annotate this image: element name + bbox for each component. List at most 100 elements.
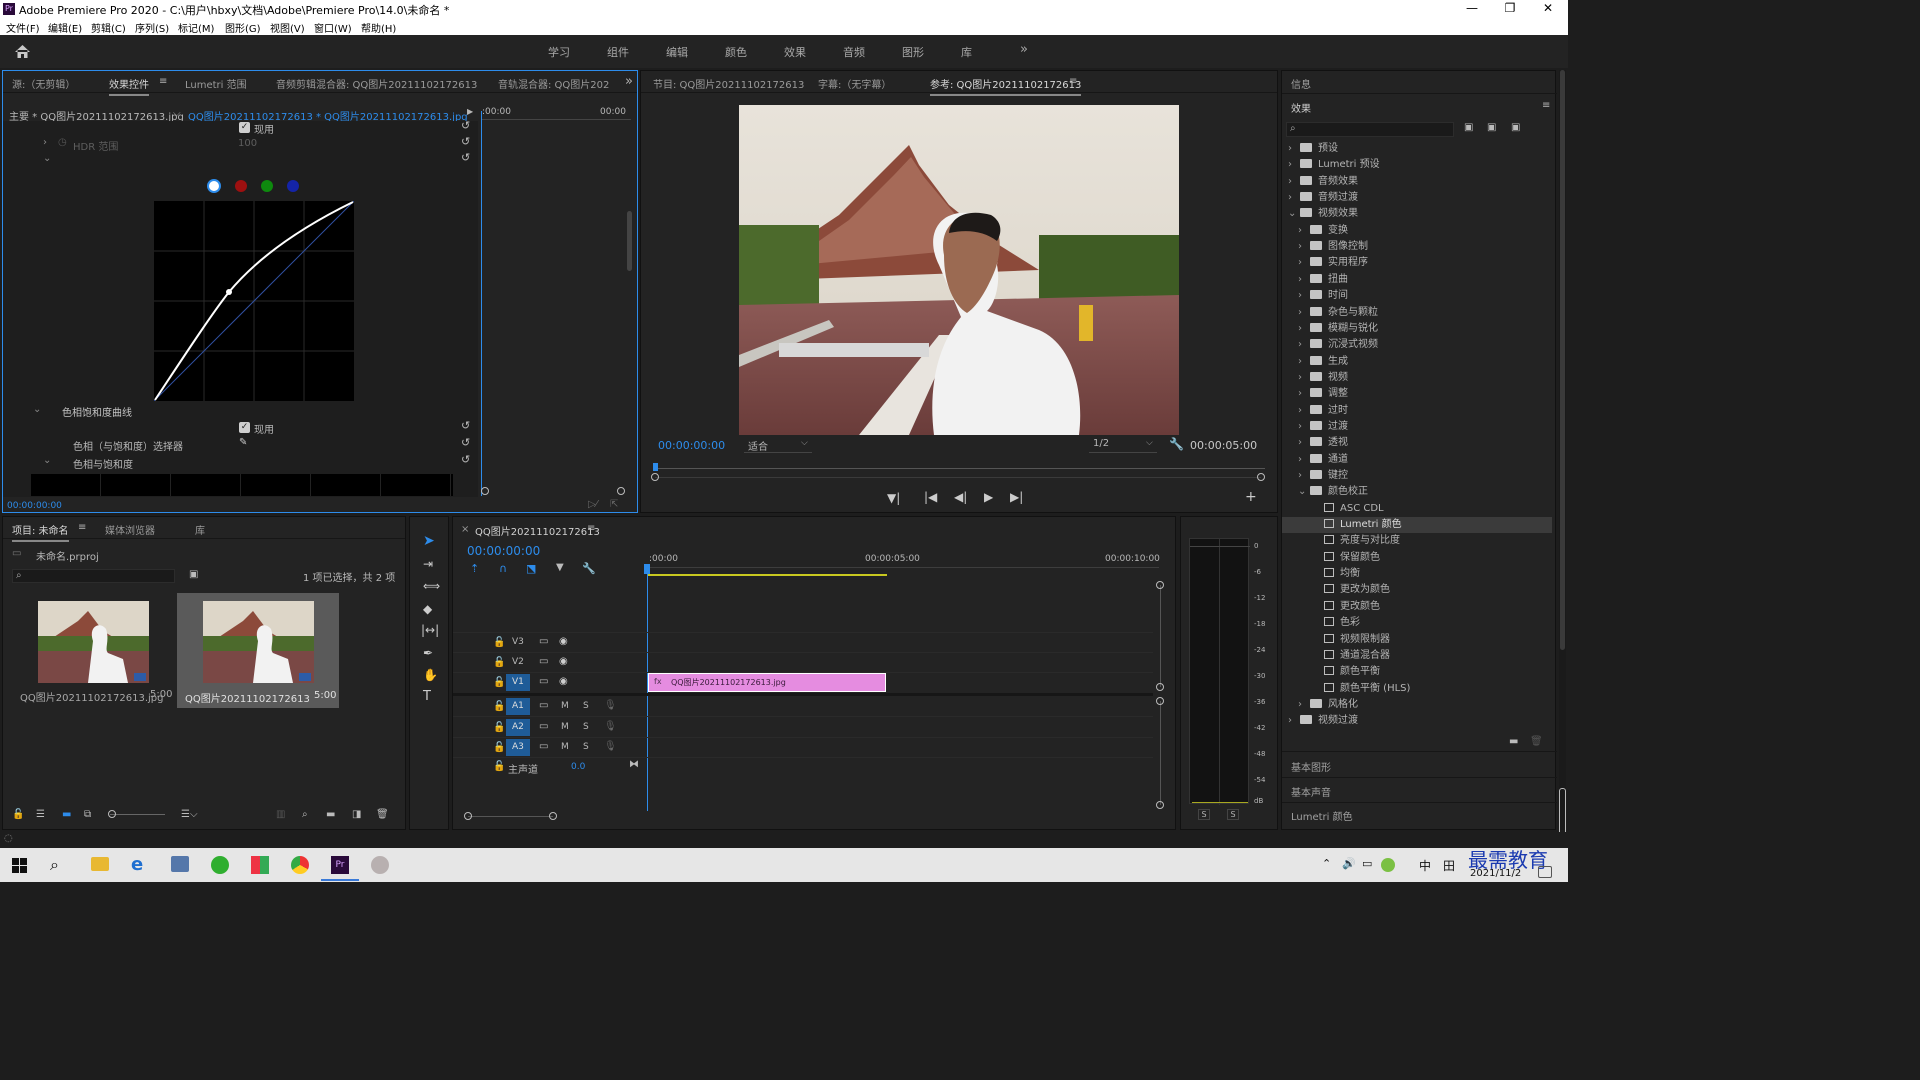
microphone-icon[interactable]: 🎙 xyxy=(604,741,617,752)
lock-icon[interactable]: 🔓 xyxy=(12,809,24,820)
program-timecode[interactable]: 00:00:00:00 xyxy=(658,439,725,452)
curve-channel-blue[interactable] xyxy=(287,180,299,192)
chevron-right-icon[interactable]: › xyxy=(1298,288,1310,304)
panel-menu-icon[interactable]: ≡ xyxy=(1542,100,1550,111)
microphone-icon[interactable]: 🎙 xyxy=(604,700,617,711)
effects-tree-item[interactable]: ⌄ 视频效果 xyxy=(1282,206,1552,222)
resolution-dropdown[interactable]: 1/2 ⌵ xyxy=(1089,436,1157,453)
curve-channel-white[interactable] xyxy=(207,179,221,193)
zoom-slider[interactable] xyxy=(108,810,165,818)
pen-tool-icon[interactable]: ✒ xyxy=(423,646,433,660)
chevron-right-icon[interactable]: › xyxy=(1288,141,1300,157)
solo-left-button[interactable]: S xyxy=(1198,809,1210,820)
sync-lock-icon[interactable]: ▭ xyxy=(539,636,548,647)
yuv-effects-icon[interactable]: ▣ xyxy=(1511,122,1520,133)
solo-right-button[interactable]: S xyxy=(1227,809,1239,820)
effects-tree-item[interactable]: › 透视 xyxy=(1282,435,1552,451)
solo-button[interactable]: S xyxy=(583,701,589,711)
effects-tree-item[interactable]: 颜色平衡 xyxy=(1282,664,1552,680)
tab-captions[interactable]: 字幕:（无字幕） xyxy=(818,76,891,91)
chevron-right-icon[interactable]: › xyxy=(1298,305,1310,321)
tab-audio-track-mixer[interactable]: 音轨混合器: QQ图片202 xyxy=(498,76,609,91)
file-explorer-icon[interactable] xyxy=(91,857,109,871)
ripple-edit-tool-icon[interactable]: ⟺ xyxy=(423,579,440,593)
filter-icon[interactable]: ▷⁄ xyxy=(588,499,597,510)
close-icon[interactable]: ✕ xyxy=(1528,0,1568,18)
track-lock-icon[interactable]: 🔓 xyxy=(493,657,505,668)
chevron-right-icon[interactable]: › xyxy=(1288,713,1300,729)
chevron-right-icon[interactable]: › xyxy=(1298,452,1310,468)
effects-tree-item[interactable]: Lumetri 颜色 xyxy=(1282,517,1552,534)
program-zoom-bar[interactable] xyxy=(651,473,1265,481)
timeline-clip[interactable]: fx QQ图片20211102172613.jpg xyxy=(648,673,886,692)
new-bin-icon[interactable]: ▬ xyxy=(326,809,335,820)
type-tool-icon[interactable]: T xyxy=(423,689,431,704)
edge-icon[interactable]: e xyxy=(131,854,143,875)
tab-media-browser[interactable]: 媒体浏览器 xyxy=(105,522,155,537)
essential-graphics-title[interactable]: 基本图形 xyxy=(1291,759,1331,774)
chevron-right-icon[interactable]: › xyxy=(1298,255,1310,271)
right-scrollbar[interactable] xyxy=(1559,70,1566,838)
tab-program[interactable]: 节目: QQ图片20211102172613 xyxy=(653,76,804,91)
sort-icon[interactable]: ☰⌵ xyxy=(181,809,198,820)
effects-tree-item[interactable]: › 通道 xyxy=(1282,452,1552,468)
add-marker-icon[interactable]: ▼ xyxy=(556,562,564,573)
project-search-input[interactable]: ⌕ xyxy=(12,569,175,583)
effects-tree-item[interactable]: ⌄ 颜色校正 xyxy=(1282,484,1552,500)
mute-button[interactable]: M xyxy=(561,722,569,732)
list-view-icon[interactable]: ☰ xyxy=(36,809,45,820)
effects-tree-item[interactable]: 亮度与对比度 xyxy=(1282,533,1552,549)
fit-dropdown[interactable]: 适合 ⌵ xyxy=(744,436,812,453)
effects-tree-item[interactable]: › 预设 xyxy=(1282,141,1552,157)
chevron-down-icon[interactable]: ⌄ xyxy=(1298,484,1310,500)
network-icon[interactable]: ▭ xyxy=(1362,857,1372,870)
nest-icon[interactable]: ⇡ xyxy=(470,562,479,575)
menu-marker[interactable]: 标记(M) xyxy=(178,20,214,35)
effects-tree-item[interactable]: › 调整 xyxy=(1282,386,1552,402)
eye-icon[interactable]: ◉ xyxy=(559,676,568,687)
effects-tree-item[interactable]: 更改为颜色 xyxy=(1282,582,1552,598)
linked-selection-icon[interactable]: ⬔ xyxy=(526,562,536,575)
effects-tree-item[interactable]: › 生成 xyxy=(1282,354,1552,370)
minimize-icon[interactable]: — xyxy=(1452,0,1492,18)
effects-tree-item[interactable]: 视频限制器 xyxy=(1282,632,1552,648)
clip-dropdown-chevron-icon[interactable]: ⌵ xyxy=(173,108,181,119)
volume-icon[interactable]: 🔊 xyxy=(1342,857,1356,870)
chevron-right-icon[interactable]: › xyxy=(1298,354,1310,370)
chevron-right-icon[interactable]: › xyxy=(1298,223,1310,239)
track-label-v1[interactable]: V1 xyxy=(512,677,524,687)
curve-channel-green[interactable] xyxy=(261,180,273,192)
new-item-icon[interactable]: ◨ xyxy=(352,809,361,820)
chevron-right-icon[interactable]: › xyxy=(1298,468,1310,484)
timeline-horizontal-scrollbar[interactable] xyxy=(464,812,557,820)
collapse-chevron-icon[interactable]: ⌄ xyxy=(33,404,41,415)
search-icon[interactable]: ⌕ xyxy=(50,855,59,875)
delete-icon[interactable]: 🗑 xyxy=(376,809,389,820)
play-only-icon[interactable]: ▶ xyxy=(467,107,473,116)
panel-menu-icon[interactable]: ≡ xyxy=(159,76,167,87)
effects-panel-title[interactable]: 效果 xyxy=(1291,100,1311,115)
accelerated-effects-icon[interactable]: ▣ xyxy=(1464,122,1473,133)
slip-tool-icon[interactable]: |↔| xyxy=(421,623,439,637)
add-marker-icon[interactable]: ▼| xyxy=(887,491,900,505)
sync-lock-icon[interactable]: ▭ xyxy=(539,700,548,711)
delete-icon[interactable]: 🗑 xyxy=(1530,736,1543,747)
reset-icon[interactable]: ↺ xyxy=(461,453,470,466)
track-label-a3[interactable]: A3 xyxy=(512,742,524,752)
chevron-right-icon[interactable]: › xyxy=(1298,386,1310,402)
eye-icon[interactable]: ◉ xyxy=(559,656,568,667)
project-item-2[interactable]: QQ图片20211102172613 5:00 xyxy=(177,593,339,708)
effects-tree-item[interactable]: › 过时 xyxy=(1282,403,1552,419)
workspace-color[interactable]: 颜色 xyxy=(725,44,747,60)
essential-sound-title[interactable]: 基本声音 xyxy=(1291,784,1331,799)
play-icon[interactable]: ▶ xyxy=(984,490,993,504)
freeform-view-icon[interactable]: ⧉ xyxy=(84,809,91,820)
automate-icon[interactable]: ▥ xyxy=(276,809,285,820)
info-panel-title[interactable]: 信息 xyxy=(1291,76,1311,91)
curve-channel-red[interactable] xyxy=(235,180,247,192)
lumetri-color-title[interactable]: Lumetri 颜色 xyxy=(1291,808,1353,823)
more-workspaces-icon[interactable]: » xyxy=(1020,42,1028,57)
premiere-pro-taskbar-icon[interactable]: Pr xyxy=(331,856,349,874)
track-lock-icon[interactable]: 🔓 xyxy=(493,761,505,772)
find-icon[interactable]: ▣ xyxy=(189,569,198,580)
